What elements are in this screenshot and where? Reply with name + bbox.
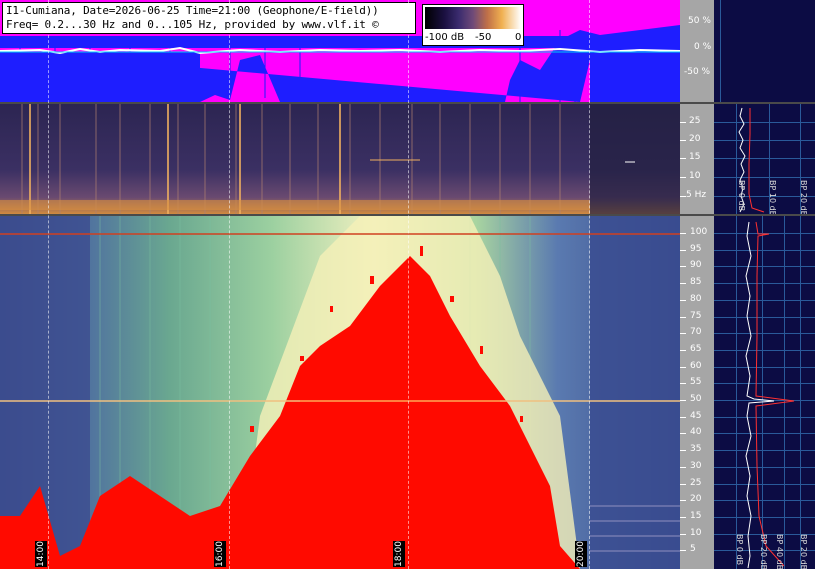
low-frequency-side-panel: BP 0 dB BP 10 dB BP 20 dB [714, 104, 815, 214]
amplitude-scale: 50 % 0 % -50 % [680, 0, 714, 102]
tick-mark [680, 140, 686, 141]
main-freq-tick: 80 [690, 294, 702, 304]
tick-mark [680, 122, 686, 123]
main-freq-tick: 25 [690, 478, 702, 488]
side-label-bp20: BP 20 dB [799, 180, 808, 214]
header-info-box: I1-Cumiana, Date=2026-06-25 Time=21:00 (… [2, 2, 416, 34]
tick-mark [680, 233, 686, 234]
main-side-label-bp40: BP 40 dB [775, 534, 784, 569]
amplitude-side-panel [714, 0, 815, 102]
main-freq-tick: 50 [690, 394, 702, 404]
tick-mark [680, 158, 686, 159]
tick-mark [680, 333, 686, 334]
tick-mark [680, 433, 686, 434]
amplitude-panel: I1-Cumiana, Date=2026-06-25 Time=21:00 (… [0, 0, 680, 102]
time-label-1800: 18:00 [393, 541, 405, 567]
amplitude-tick-50: 50 % [688, 16, 711, 26]
main-spectrogram-image [0, 216, 680, 569]
main-freq-tick: 95 [690, 244, 702, 254]
main-freq-tick: 70 [690, 327, 702, 337]
main-freq-tick: 40 [690, 427, 702, 437]
tick-mark [680, 350, 686, 351]
main-freq-tick: 55 [690, 377, 702, 387]
main-freq-tick: 75 [690, 311, 702, 321]
main-freq-tick: 65 [690, 344, 702, 354]
low-freq-tick-15: 15 [689, 152, 701, 162]
tick-mark [680, 400, 686, 401]
main-side-label-bp0: BP 0 dB [735, 534, 744, 566]
side-label-bp10: BP 10 dB [768, 180, 777, 214]
main-freq-tick: 15 [690, 511, 702, 521]
low-freq-tick-20: 20 [689, 134, 701, 144]
main-side-label-bp20b: BP 20 dB [799, 534, 808, 569]
main-freq-tick: 30 [690, 461, 702, 471]
tick-mark [680, 283, 686, 284]
main-side-label-bp20: BP 20 dB [759, 534, 768, 569]
low-frequency-spectrogram [0, 104, 680, 214]
tick-mark [680, 266, 686, 267]
low-freq-tick-5: 5 Hz [686, 190, 707, 200]
time-label-2000: 20:00 [575, 541, 587, 567]
time-marker-line [229, 0, 231, 569]
tick-mark [680, 484, 686, 485]
main-spectrum-trace [745, 221, 795, 569]
time-marker-line [48, 0, 50, 569]
time-marker-line [408, 0, 410, 569]
main-freq-tick: 10 [690, 528, 702, 538]
tick-mark [680, 550, 686, 551]
tick-mark [680, 177, 686, 178]
colorbar-gradient [425, 7, 521, 29]
main-freq-tick: 85 [690, 277, 702, 287]
main-freq-tick: 45 [690, 411, 702, 421]
tick-mark [680, 317, 686, 318]
low-freq-tick-25: 25 [689, 116, 701, 126]
main-freq-tick: 90 [690, 260, 702, 270]
tick-mark [680, 450, 686, 451]
main-frequency-scale: 100 95 90 85 80 75 70 65 60 55 50 45 40 35 30 25 20 15 10 5 [680, 216, 714, 569]
tick-mark [680, 500, 686, 501]
colorbar-max-label: 0 [515, 32, 522, 43]
tick-mark [680, 300, 686, 301]
time-marker-line [589, 0, 591, 569]
main-freq-tick: 5 [690, 544, 696, 554]
low-frequency-spectrogram-image [0, 104, 680, 214]
main-freq-tick: 20 [690, 494, 702, 504]
tick-mark [680, 534, 686, 535]
main-spectrogram: 14:00 16:00 18:00 20:00 [0, 216, 680, 569]
tick-mark [680, 517, 686, 518]
header-frequency-line: Freq= 0.2...30 Hz and 0...105 Hz, provid… [6, 18, 379, 31]
main-freq-tick: 100 [690, 227, 708, 237]
colorbar-legend: -100 dB -50 0 [422, 4, 524, 46]
colorbar-mid-label: -50 [475, 32, 492, 43]
header-station-line: I1-Cumiana, Date=2026-06-25 Time=21:00 (… [6, 4, 379, 17]
main-freq-tick: 35 [690, 444, 702, 454]
side-label-bp0: BP 0 dB [737, 180, 746, 212]
tick-mark [680, 250, 686, 251]
tick-mark [680, 467, 686, 468]
time-label-1400: 14:00 [35, 541, 47, 567]
low-freq-tick-10: 10 [689, 171, 701, 181]
main-freq-tick: 60 [690, 361, 702, 371]
amplitude-tick-minus50: -50 % [684, 67, 711, 77]
colorbar-min-label: -100 dB [425, 32, 465, 43]
main-side-panel: BP 0 dB BP 20 dB BP 40 dB BP 20 dB [714, 216, 815, 569]
low-frequency-scale: 25 20 15 10 5 Hz [680, 104, 714, 214]
amplitude-tick-0: 0 % [694, 42, 712, 52]
time-label-1600: 16:00 [214, 541, 226, 567]
tick-mark [680, 383, 686, 384]
tick-mark [680, 417, 686, 418]
tick-mark [680, 367, 686, 368]
